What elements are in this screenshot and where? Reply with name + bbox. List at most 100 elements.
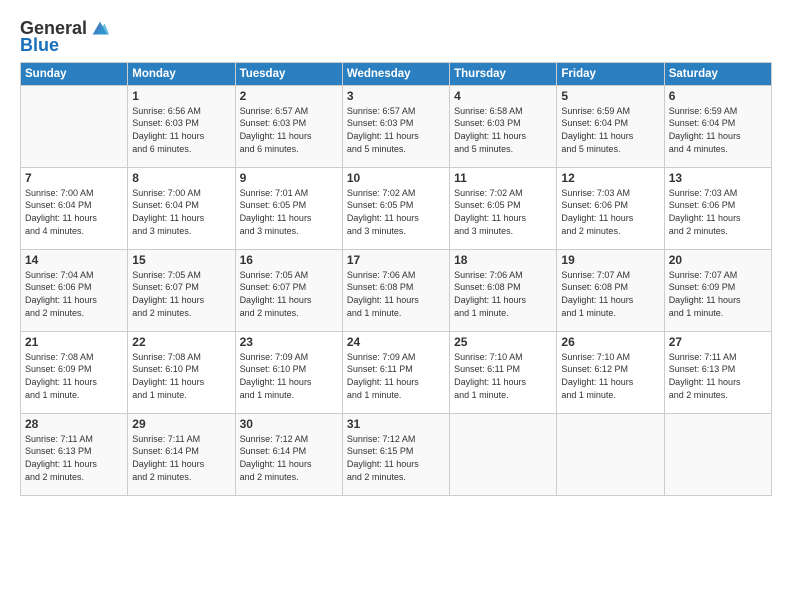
day-info: Sunrise: 7:08 AM Sunset: 6:10 PM Dayligh…	[132, 351, 230, 401]
day-info: Sunrise: 7:07 AM Sunset: 6:09 PM Dayligh…	[669, 269, 767, 319]
day-number: 10	[347, 171, 445, 185]
calendar-cell: 2 Sunrise: 6:57 AM Sunset: 6:03 PM Daylig…	[235, 85, 342, 167]
day-number: 23	[240, 335, 338, 349]
calendar-cell	[664, 413, 771, 495]
calendar-cell: 21 Sunrise: 7:08 AM Sunset: 6:09 PM Dayli…	[21, 331, 128, 413]
logo-text-blue: Blue	[20, 36, 59, 56]
calendar-cell	[450, 413, 557, 495]
day-number: 6	[669, 89, 767, 103]
day-number: 31	[347, 417, 445, 431]
calendar-week-row: 1Sunrise: 6:56 AM Sunset: 6:03 PM Daylig…	[21, 85, 772, 167]
calendar-week-row: 7 Sunrise: 7:00 AM Sunset: 6:04 PM Daylig…	[21, 167, 772, 249]
calendar-cell: 19 Sunrise: 7:07 AM Sunset: 6:08 PM Dayli…	[557, 249, 664, 331]
day-info: Sunrise: 6:57 AM Sunset: 6:03 PM Dayligh…	[240, 105, 338, 155]
day-number: 27	[669, 335, 767, 349]
weekday-header-monday: Monday	[128, 62, 235, 85]
calendar-cell: 30 Sunrise: 7:12 AM Sunset: 6:14 PM Dayli…	[235, 413, 342, 495]
day-info: Sunrise: 7:02 AM Sunset: 6:05 PM Dayligh…	[454, 187, 552, 237]
weekday-header-friday: Friday	[557, 62, 664, 85]
day-number: 22	[132, 335, 230, 349]
day-number: 30	[240, 417, 338, 431]
calendar-cell: 22 Sunrise: 7:08 AM Sunset: 6:10 PM Dayli…	[128, 331, 235, 413]
day-number: 25	[454, 335, 552, 349]
header: General Blue	[20, 18, 772, 56]
day-info: Sunrise: 7:10 AM Sunset: 6:12 PM Dayligh…	[561, 351, 659, 401]
day-number: 9	[240, 171, 338, 185]
day-info: Sunrise: 7:06 AM Sunset: 6:08 PM Dayligh…	[454, 269, 552, 319]
day-number: 13	[669, 171, 767, 185]
day-info: Sunrise: 7:12 AM Sunset: 6:15 PM Dayligh…	[347, 433, 445, 483]
day-info: Sunrise: 7:11 AM Sunset: 6:13 PM Dayligh…	[25, 433, 123, 483]
day-number: 8	[132, 171, 230, 185]
day-number: 18	[454, 253, 552, 267]
day-info: Sunrise: 6:58 AM Sunset: 6:03 PM Dayligh…	[454, 105, 552, 155]
calendar-cell: 18 Sunrise: 7:06 AM Sunset: 6:08 PM Dayli…	[450, 249, 557, 331]
day-info: Sunrise: 7:12 AM Sunset: 6:14 PM Dayligh…	[240, 433, 338, 483]
calendar-cell: 6 Sunrise: 6:59 AM Sunset: 6:04 PM Daylig…	[664, 85, 771, 167]
calendar-cell: 14Sunrise: 7:04 AM Sunset: 6:06 PM Dayli…	[21, 249, 128, 331]
day-number: 21	[25, 335, 123, 349]
calendar-table: SundayMondayTuesdayWednesdayThursdayFrid…	[20, 62, 772, 496]
day-number: 16	[240, 253, 338, 267]
calendar-cell: 20Sunrise: 7:07 AM Sunset: 6:09 PM Dayli…	[664, 249, 771, 331]
weekday-header-tuesday: Tuesday	[235, 62, 342, 85]
calendar-cell: 26 Sunrise: 7:10 AM Sunset: 6:12 PM Dayli…	[557, 331, 664, 413]
calendar-cell: 24Sunrise: 7:09 AM Sunset: 6:11 PM Dayli…	[342, 331, 449, 413]
calendar-cell: 27 Sunrise: 7:11 AM Sunset: 6:13 PM Dayli…	[664, 331, 771, 413]
calendar-cell: 4 Sunrise: 6:58 AM Sunset: 6:03 PM Daylig…	[450, 85, 557, 167]
day-info: Sunrise: 7:09 AM Sunset: 6:10 PM Dayligh…	[240, 351, 338, 401]
day-number: 28	[25, 417, 123, 431]
day-info: Sunrise: 7:05 AM Sunset: 6:07 PM Dayligh…	[132, 269, 230, 319]
calendar-cell: 3 Sunrise: 6:57 AM Sunset: 6:03 PM Daylig…	[342, 85, 449, 167]
calendar-week-row: 21 Sunrise: 7:08 AM Sunset: 6:09 PM Dayli…	[21, 331, 772, 413]
day-number: 17	[347, 253, 445, 267]
day-info: Sunrise: 7:07 AM Sunset: 6:08 PM Dayligh…	[561, 269, 659, 319]
day-number: 4	[454, 89, 552, 103]
day-number: 11	[454, 171, 552, 185]
day-info: Sunrise: 7:11 AM Sunset: 6:13 PM Dayligh…	[669, 351, 767, 401]
calendar-cell: 16 Sunrise: 7:05 AM Sunset: 6:07 PM Dayli…	[235, 249, 342, 331]
day-info: Sunrise: 7:10 AM Sunset: 6:11 PM Dayligh…	[454, 351, 552, 401]
day-info: Sunrise: 7:01 AM Sunset: 6:05 PM Dayligh…	[240, 187, 338, 237]
calendar-header-row: SundayMondayTuesdayWednesdayThursdayFrid…	[21, 62, 772, 85]
day-info: Sunrise: 7:03 AM Sunset: 6:06 PM Dayligh…	[561, 187, 659, 237]
calendar-cell: 13Sunrise: 7:03 AM Sunset: 6:06 PM Dayli…	[664, 167, 771, 249]
day-number: 24	[347, 335, 445, 349]
calendar-cell: 9 Sunrise: 7:01 AM Sunset: 6:05 PM Daylig…	[235, 167, 342, 249]
calendar-cell: 7 Sunrise: 7:00 AM Sunset: 6:04 PM Daylig…	[21, 167, 128, 249]
day-info: Sunrise: 6:59 AM Sunset: 6:04 PM Dayligh…	[669, 105, 767, 155]
calendar-cell: 28 Sunrise: 7:11 AM Sunset: 6:13 PM Dayli…	[21, 413, 128, 495]
calendar-cell: 31 Sunrise: 7:12 AM Sunset: 6:15 PM Dayli…	[342, 413, 449, 495]
day-number: 14	[25, 253, 123, 267]
day-info: Sunrise: 6:56 AM Sunset: 6:03 PM Dayligh…	[132, 105, 230, 155]
calendar-cell: 15Sunrise: 7:05 AM Sunset: 6:07 PM Dayli…	[128, 249, 235, 331]
calendar-cell: 10Sunrise: 7:02 AM Sunset: 6:05 PM Dayli…	[342, 167, 449, 249]
day-info: Sunrise: 7:08 AM Sunset: 6:09 PM Dayligh…	[25, 351, 123, 401]
day-number: 26	[561, 335, 659, 349]
day-info: Sunrise: 7:06 AM Sunset: 6:08 PM Dayligh…	[347, 269, 445, 319]
calendar-cell	[21, 85, 128, 167]
weekday-header-saturday: Saturday	[664, 62, 771, 85]
day-number: 12	[561, 171, 659, 185]
calendar-cell: 8Sunrise: 7:00 AM Sunset: 6:04 PM Daylig…	[128, 167, 235, 249]
calendar-cell: 23 Sunrise: 7:09 AM Sunset: 6:10 PM Dayli…	[235, 331, 342, 413]
day-number: 5	[561, 89, 659, 103]
day-info: Sunrise: 6:57 AM Sunset: 6:03 PM Dayligh…	[347, 105, 445, 155]
day-number: 19	[561, 253, 659, 267]
logo-icon	[89, 18, 111, 40]
day-number: 2	[240, 89, 338, 103]
calendar-week-row: 28 Sunrise: 7:11 AM Sunset: 6:13 PM Dayli…	[21, 413, 772, 495]
calendar-cell: 11 Sunrise: 7:02 AM Sunset: 6:05 PM Dayli…	[450, 167, 557, 249]
day-number: 29	[132, 417, 230, 431]
calendar-cell: 17 Sunrise: 7:06 AM Sunset: 6:08 PM Dayli…	[342, 249, 449, 331]
day-info: Sunrise: 6:59 AM Sunset: 6:04 PM Dayligh…	[561, 105, 659, 155]
calendar-week-row: 14Sunrise: 7:04 AM Sunset: 6:06 PM Dayli…	[21, 249, 772, 331]
day-info: Sunrise: 7:05 AM Sunset: 6:07 PM Dayligh…	[240, 269, 338, 319]
day-info: Sunrise: 7:00 AM Sunset: 6:04 PM Dayligh…	[25, 187, 123, 237]
calendar-cell: 12 Sunrise: 7:03 AM Sunset: 6:06 PM Dayli…	[557, 167, 664, 249]
page-container: General Blue SundayMondayTuesdayWednesda…	[0, 0, 792, 612]
calendar-cell: 29 Sunrise: 7:11 AM Sunset: 6:14 PM Dayli…	[128, 413, 235, 495]
day-info: Sunrise: 7:11 AM Sunset: 6:14 PM Dayligh…	[132, 433, 230, 483]
day-number: 7	[25, 171, 123, 185]
day-number: 3	[347, 89, 445, 103]
